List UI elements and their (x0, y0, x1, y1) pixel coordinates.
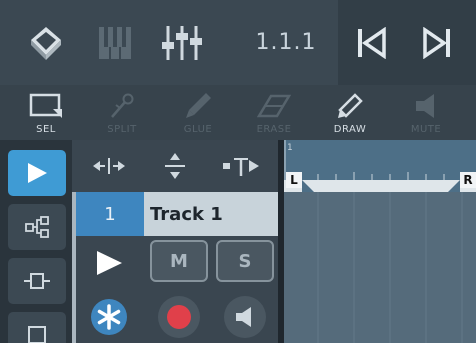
monitor-button[interactable] (220, 294, 270, 340)
speaker-icon (224, 296, 266, 338)
add-track-button[interactable] (208, 140, 274, 192)
play-icon (423, 26, 450, 59)
tool-erase-button[interactable]: ERASE (236, 85, 312, 140)
timeline-ruler[interactable]: 1 L R (284, 140, 476, 192)
lane-grid (317, 192, 463, 343)
selection-icon (29, 93, 62, 118)
tool-label: DRAW (333, 124, 367, 135)
tool-draw-button[interactable]: DRAW (312, 85, 388, 140)
asterisk-icon (91, 299, 127, 335)
play-to-end-button[interactable] (412, 0, 462, 85)
track-header-panel: 1 Track 1 M S (72, 140, 278, 343)
play-icon (97, 251, 122, 275)
track-row[interactable]: 1 Track 1 M S (72, 192, 278, 343)
track-name[interactable]: Track 1 (144, 192, 278, 236)
track-lane[interactable] (284, 192, 476, 343)
track-fx-button[interactable] (84, 294, 134, 340)
glue-icon (186, 93, 211, 118)
mute-button[interactable]: M (150, 240, 208, 282)
arrange-area: 1 L R (284, 140, 476, 343)
keyboard-button[interactable] (90, 0, 140, 85)
record-arm-button[interactable] (154, 294, 204, 340)
mixer-icon (162, 25, 202, 60)
tool-sel-button[interactable]: SEL (8, 85, 84, 140)
insert-icon (24, 273, 50, 289)
tool-label: ERASE (256, 124, 292, 135)
track-controls: M S (76, 236, 278, 343)
track-height-button[interactable] (142, 140, 208, 192)
inspector-toggle-button[interactable] (8, 150, 66, 196)
tool-glue-button[interactable]: GLUE (160, 85, 236, 140)
right-locator[interactable]: R (460, 172, 476, 188)
routing-button[interactable] (8, 204, 66, 250)
header-tools (72, 140, 278, 192)
tool-label: MUTE (410, 124, 442, 135)
tool-mute-button[interactable]: MUTE (388, 85, 464, 140)
width-resize-icon (93, 158, 125, 174)
height-resize-icon (165, 153, 185, 179)
pencil-icon (338, 93, 363, 118)
browser-button[interactable] (14, 0, 78, 85)
browser-icon (31, 26, 61, 60)
track-number: 1 (76, 192, 144, 236)
left-locator[interactable]: L (286, 172, 302, 188)
track-add-icon (223, 158, 259, 176)
solo-button[interactable]: S (216, 240, 274, 282)
tool-label: GLUE (183, 124, 213, 135)
transport-bar: 1.1.1 (0, 0, 476, 85)
return-to-start-icon (358, 26, 386, 59)
routing-icon (25, 216, 49, 238)
square-button[interactable] (8, 312, 66, 343)
tool-label: SEL (36, 124, 56, 135)
play-icon (28, 163, 47, 183)
track-play-button[interactable] (76, 236, 142, 290)
square-icon (28, 326, 46, 343)
insert-button[interactable] (8, 258, 66, 304)
loop-range-edges (302, 180, 460, 192)
edit-toolbar: SEL SPLIT GLUE ERASE DRAW MUTE (0, 85, 476, 140)
record-icon (158, 296, 200, 338)
tool-split-button[interactable]: SPLIT (84, 85, 160, 140)
left-rail (0, 140, 72, 343)
eraser-icon (257, 94, 291, 118)
keyboard-icon (99, 26, 131, 59)
track-width-button[interactable] (76, 140, 142, 192)
speaker-icon (416, 94, 434, 118)
tool-label: SPLIT (107, 124, 137, 135)
position-readout[interactable]: 1.1.1 (236, 22, 336, 62)
scissors-icon (111, 93, 134, 118)
mixer-button[interactable] (152, 0, 212, 85)
return-to-start-button[interactable] (346, 0, 396, 85)
